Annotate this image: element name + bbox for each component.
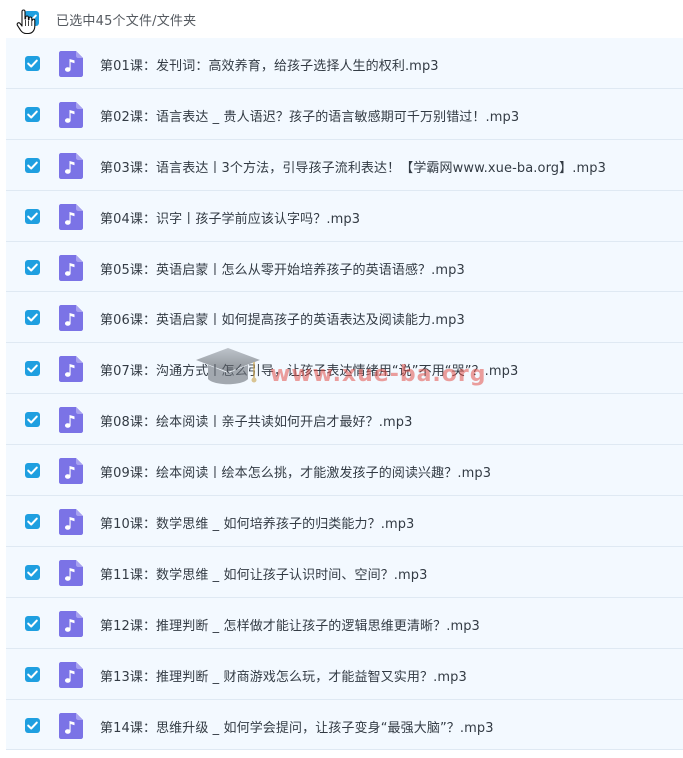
checkmark-icon (27, 59, 38, 68)
file-list: 第01课：发刊词：高效养育，给孩子选择人生的权利.mp3 第02课：语言表达 _ … (6, 38, 683, 751)
audio-file-icon (59, 661, 83, 688)
file-row[interactable]: 第08课：绘本阅读丨亲子共读如何开启才最好？.mp3 (6, 394, 683, 446)
audio-file-icon (59, 407, 83, 434)
file-row[interactable]: 第05课：英语启蒙丨怎么从零开始培养孩子的英语语感？.mp3 (6, 241, 683, 293)
file-name[interactable]: 第10课：数学思维 _ 如何培养孩子的归类能力？.mp3 (100, 513, 414, 532)
checkmark-icon (27, 212, 38, 221)
file-row[interactable]: 第09课：绘本阅读丨绘本怎么挑，才能激发孩子的阅读兴趣？.mp3 (6, 445, 683, 497)
file-name[interactable]: 第13课：推理判断 _ 财商游戏怎么玩，才能益智又实用？.mp3 (100, 666, 467, 685)
file-row[interactable]: 第06课：英语启蒙丨如何提高孩子的英语表达及阅读能力.mp3 (6, 292, 683, 344)
file-checkbox[interactable] (25, 259, 40, 275)
audio-file-icon (59, 458, 83, 485)
checkmark-icon (27, 314, 38, 322)
file-row[interactable]: 第13课：推理判断 _ 财商游戏怎么玩，才能益智又实用？.mp3 (6, 648, 683, 700)
file-list-page: 已选中45个文件/文件夹 第01课：发刊词：高效养育，给孩子选择人生的权利.mp… (0, 0, 683, 758)
file-row[interactable]: 第01课：发刊词：高效养育，给孩子选择人生的权利.mp3 (6, 38, 683, 89)
file-checkbox[interactable] (25, 208, 40, 224)
selection-count-label: 已选中45个文件/文件夹 (56, 14, 197, 29)
checkmark-icon (27, 517, 38, 526)
file-row[interactable]: 第14课：思维升级 _ 如何学会提问，让孩子变身“最强大脑”？.mp3 (6, 699, 683, 751)
audio-file-icon (59, 101, 83, 128)
checkmark-icon (27, 415, 38, 424)
file-checkbox[interactable] (25, 412, 40, 428)
audio-file-icon (59, 203, 83, 230)
file-checkbox[interactable] (25, 310, 40, 326)
file-name[interactable]: 第12课：推理判断 _ 怎样做才能让孩子的逻辑思维更清晰？.mp3 (100, 615, 480, 634)
file-checkbox[interactable] (25, 463, 40, 479)
file-name[interactable]: 第04课：识字丨孩子学前应该认字吗？.mp3 (100, 208, 360, 227)
audio-file-icon (59, 610, 83, 637)
file-name[interactable]: 第07课：沟通方式丨怎么引导，让孩子表达情绪用“说”不用“哭”？.mp3 (100, 360, 518, 379)
audio-file-icon (59, 356, 83, 383)
audio-file-icon (59, 51, 83, 77)
checkmark-icon (27, 466, 38, 475)
file-name[interactable]: 第14课：思维升级 _ 如何学会提问，让孩子变身“最强大脑”？.mp3 (100, 717, 494, 736)
file-row[interactable]: 第03课：语言表达丨3个方法，引导孩子流利表达！【学霸网www.xue-ba.o… (6, 139, 683, 191)
file-checkbox[interactable] (25, 564, 40, 580)
file-checkbox[interactable] (25, 666, 40, 682)
checkmark-icon (27, 568, 38, 577)
hand-pointer-cursor-icon (16, 9, 36, 35)
file-row[interactable]: 第04课：识字丨孩子学前应该认字吗？.mp3 (6, 190, 683, 242)
audio-file-icon (59, 509, 83, 536)
checkmark-icon (27, 670, 38, 679)
selection-header: 已选中45个文件/文件夹 (0, 0, 683, 38)
file-name[interactable]: 第01课：发刊词：高效养育，给孩子选择人生的权利.mp3 (100, 55, 439, 74)
file-row[interactable]: 第12课：推理判断 _ 怎样做才能让孩子的逻辑思维更清晰？.mp3 (6, 597, 683, 649)
file-row[interactable]: 第11课：数学思维 _ 如何让孩子认识时间、空间？.mp3 (6, 546, 683, 598)
file-name[interactable]: 第03课：语言表达丨3个方法，引导孩子流利表达！【学霸网www.xue-ba.o… (100, 157, 606, 176)
checkmark-icon (27, 263, 38, 272)
audio-file-icon (59, 305, 83, 332)
checkmark-icon (27, 721, 38, 730)
file-checkbox[interactable] (25, 106, 40, 122)
file-checkbox[interactable] (25, 157, 40, 173)
checkmark-icon (27, 364, 38, 373)
audio-file-icon (59, 152, 83, 179)
checkmark-icon (27, 619, 38, 628)
audio-file-icon (59, 559, 83, 586)
file-checkbox[interactable] (25, 56, 40, 71)
checkmark-icon (27, 161, 38, 170)
file-row[interactable]: 第02课：语言表达 _ 贵人语迟？孩子的语言敏感期可千万别错过！.mp3 (6, 88, 683, 140)
file-checkbox[interactable] (25, 514, 40, 530)
audio-file-icon (59, 254, 83, 281)
file-name[interactable]: 第09课：绘本阅读丨绘本怎么挑，才能激发孩子的阅读兴趣？.mp3 (100, 462, 491, 481)
file-checkbox[interactable] (25, 361, 40, 377)
checkmark-icon (27, 110, 38, 119)
file-name[interactable]: 第08课：绘本阅读丨亲子共读如何开启才最好？.mp3 (100, 411, 412, 430)
file-checkbox[interactable] (25, 615, 40, 631)
file-checkbox[interactable] (25, 717, 40, 733)
file-row[interactable]: 第10课：数学思维 _ 如何培养孩子的归类能力？.mp3 (6, 496, 683, 547)
file-name[interactable]: 第02课：语言表达 _ 贵人语迟？孩子的语言敏感期可千万别错过！.mp3 (100, 106, 519, 125)
file-name[interactable]: 第05课：英语启蒙丨怎么从零开始培养孩子的英语语感？.mp3 (100, 259, 465, 278)
audio-file-icon (59, 712, 83, 739)
file-row[interactable]: 第07课：沟通方式丨怎么引导，让孩子表达情绪用“说”不用“哭”？.mp3 (6, 343, 683, 395)
file-name[interactable]: 第11课：数学思维 _ 如何让孩子认识时间、空间？.mp3 (100, 564, 428, 583)
file-name[interactable]: 第06课：英语启蒙丨如何提高孩子的英语表达及阅读能力.mp3 (100, 309, 465, 328)
